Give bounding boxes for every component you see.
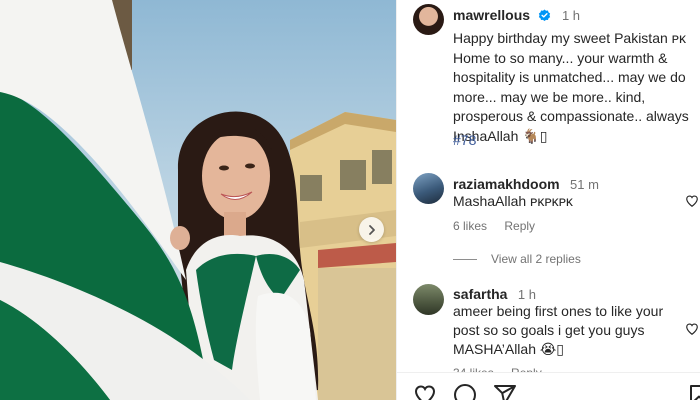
comment-username[interactable]: raziamakhdoom [453, 176, 560, 192]
post-time: 1 h [561, 8, 581, 23]
author-username[interactable]: mawrellous [453, 7, 530, 23]
comment-icon[interactable] [453, 383, 477, 400]
like-heart-icon[interactable] [413, 383, 437, 400]
comment-meta: 6 likes Reply [453, 219, 549, 233]
author-avatar[interactable] [413, 4, 444, 35]
chevron-right-icon [368, 224, 375, 235]
comment-text: MashaAllah ᴘᴋᴘᴋᴘᴋ [453, 193, 573, 209]
replies-divider [453, 259, 477, 261]
view-replies-button[interactable]: View all 2 replies [453, 252, 581, 266]
action-bar [397, 372, 700, 400]
photo-scene [0, 0, 396, 400]
view-replies-label: View all 2 replies [491, 252, 581, 266]
commenter-avatar[interactable] [413, 284, 444, 315]
heart-icon[interactable] [685, 194, 699, 208]
post-photo[interactable] [0, 0, 396, 400]
comment-time: 51 m [570, 177, 599, 192]
carousel-next-button[interactable] [359, 217, 384, 242]
comment-time: 1 h [517, 287, 536, 302]
commenter-avatar[interactable] [413, 173, 444, 204]
caption-header: mawrellous 1 h [453, 7, 580, 25]
hashtag-link[interactable]: #78 [453, 132, 476, 148]
comments-panel: mawrellous 1 h Happy birthday my sweet P… [396, 0, 700, 400]
comment-reply-button[interactable]: Reply [504, 219, 535, 233]
post-caption: Happy birthday my sweet Pakistan ᴘᴋ Home… [453, 30, 689, 144]
heart-icon[interactable] [685, 322, 699, 336]
face [202, 132, 270, 220]
verified-badge-icon [539, 9, 551, 22]
comment-username[interactable]: safartha [453, 286, 507, 302]
bookmark-icon[interactable] [687, 383, 700, 400]
comment-text: ameer being first ones to like your post… [453, 303, 664, 357]
comment-likes[interactable]: 6 likes [453, 219, 487, 233]
share-icon[interactable] [493, 383, 517, 400]
